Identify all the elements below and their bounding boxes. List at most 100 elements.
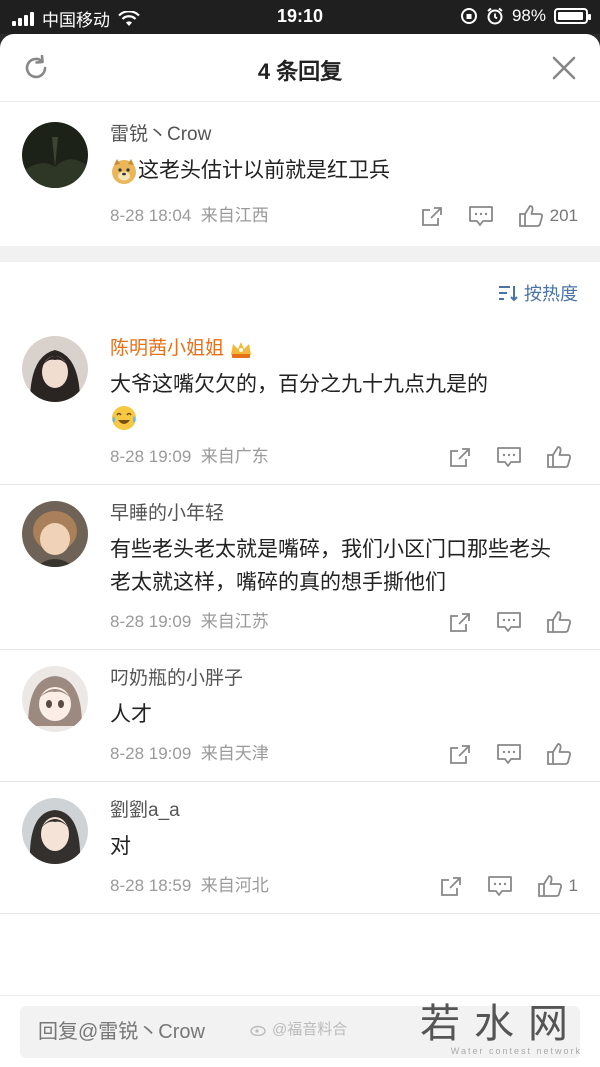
comment-actions: [424, 444, 578, 470]
commenter-name[interactable]: 陈明茜小姐姐: [110, 336, 600, 362]
comment-time: 8-28 19:09: [110, 612, 192, 631]
avatar[interactable]: [22, 122, 88, 188]
reply-button[interactable]: [496, 743, 522, 765]
reply-button[interactable]: [496, 611, 522, 633]
thumbs-up-icon: [518, 205, 543, 227]
comment-meta: 8-28 18:04 来自江西 201: [110, 203, 600, 229]
avatar-image: [22, 666, 88, 732]
avatar[interactable]: [22, 798, 88, 864]
share-icon: [450, 745, 470, 764]
battery-percent: 98%: [511, 6, 546, 25]
comment-text-content: 大爷这嘴欠欠的，百分之九十九点九是的: [110, 373, 488, 396]
comment-text: 这老头估计以前就是红卫兵: [110, 154, 600, 187]
comment-time: 8-28 18:59: [110, 876, 192, 895]
sheet-header: 4 条回复: [0, 34, 600, 102]
close-button[interactable]: [548, 52, 580, 84]
rotation-lock-icon: [460, 8, 477, 24]
comment-meta: 8-28 19:09 来自江苏: [110, 609, 600, 635]
watermark-title: 若水网: [420, 1001, 582, 1047]
commenter-name-text: 陈明茜小姐姐: [110, 338, 225, 359]
thumbs-up-icon: [547, 611, 571, 633]
comment-icon: [497, 612, 521, 632]
comment-meta: 8-28 18:59 来自河北 1: [110, 873, 600, 899]
like-button[interactable]: [546, 445, 578, 469]
avatar[interactable]: [22, 501, 88, 567]
section-divider: [0, 246, 600, 262]
reply-item: 早睡的小年轻 有些老头老太就是嘴碎，我们小区门口那些老头老太就这样，嘴碎的真的想…: [0, 485, 600, 650]
reply-item: 陈明茜小姐姐 大爷这嘴欠欠的，百分之九十九点九是的 8-28 19:09 来自广…: [0, 320, 600, 485]
comment-icon: [497, 744, 521, 764]
comment-actions: [424, 609, 578, 635]
reply-button[interactable]: [487, 875, 513, 897]
share-button[interactable]: [439, 875, 463, 897]
comment-text: 有些老头老太就是嘴碎，我们小区门口那些老头老太就这样，嘴碎的真的想手撕他们: [110, 538, 551, 594]
status-bar: 中国移动 19:10 98%: [0, 0, 600, 34]
alarm-icon: [487, 7, 503, 25]
status-right: 98%: [460, 6, 591, 26]
avatar[interactable]: [22, 336, 88, 402]
reply-item: 劉劉a_a 对 8-28 18:59 来自河北 1: [0, 782, 600, 914]
reply-button[interactable]: [496, 446, 522, 468]
comment-icon: [487, 876, 512, 896]
weibo-logo-icon: [250, 1025, 266, 1036]
comment-actions: 201: [396, 203, 578, 229]
parent-comment: 雷锐丶Crow 这老头估计以前就是红卫兵 8-28 18:04 来自江西 201: [0, 102, 600, 246]
comment-actions: 1: [415, 873, 578, 899]
share-icon: [450, 613, 470, 632]
comment-source: 来自江西: [200, 206, 269, 225]
comment-time: 8-28 19:09: [110, 744, 192, 763]
battery-icon: [554, 8, 591, 24]
comment-source: 来自天津: [200, 744, 269, 763]
avatar-image: [22, 122, 88, 188]
like-button[interactable]: 1: [537, 873, 578, 899]
like-count: 201: [549, 206, 578, 225]
reply-button[interactable]: [468, 205, 494, 227]
thumbs-up-icon: [547, 446, 571, 468]
comment-text: 人才: [110, 703, 152, 726]
share-button[interactable]: [448, 743, 472, 765]
commenter-name[interactable]: 雷锐丶Crow: [110, 122, 600, 148]
comment-time: 8-28 18:04: [110, 206, 192, 225]
like-button[interactable]: 201: [518, 203, 578, 229]
replies-sheet: 4 条回复 雷锐丶Crow 这老头估计以前就是红卫兵 8-28 18:04 来自…: [0, 34, 600, 1067]
sort-icon: [499, 286, 518, 302]
doge-emoji-icon: [112, 159, 136, 185]
commenter-name[interactable]: 早睡的小年轻: [110, 501, 600, 527]
weibo-watermark: @福音料合: [250, 1018, 347, 1039]
thumbs-up-icon: [537, 875, 562, 897]
comment-source: 来自江苏: [200, 612, 269, 631]
comment-text: 大爷这嘴欠欠的，百分之九十九点九是的: [110, 368, 600, 434]
comment-text: 对: [110, 835, 131, 858]
sheet-title: 4 条回复: [257, 59, 343, 84]
comment-icon: [468, 206, 493, 226]
avatar-image: [22, 501, 88, 567]
bottom-bar: 回复@雷锐丶Crow @福音料合 若水网 Water contest netwo…: [0, 995, 600, 1067]
weibo-watermark-text: @福音料合: [272, 1021, 348, 1038]
comment-time: 8-28 19:09: [110, 447, 192, 466]
like-button[interactable]: [546, 742, 578, 766]
commenter-name[interactable]: 叼奶瓶的小胖子: [110, 666, 600, 692]
share-button[interactable]: [448, 446, 472, 468]
comment-source: 来自河北: [200, 876, 269, 895]
avatar-image: [22, 336, 88, 402]
reply-item: 叼奶瓶的小胖子 人才 8-28 19:09 来自天津: [0, 650, 600, 782]
comment-text-content: 这老头估计以前就是红卫兵: [138, 159, 390, 182]
sort-bar: 按热度: [0, 262, 600, 320]
sort-label: 按热度: [524, 284, 578, 304]
avatar-image: [22, 798, 88, 864]
laugh-cry-emoji-icon: [112, 406, 136, 431]
avatar[interactable]: [22, 666, 88, 732]
share-icon: [450, 448, 470, 467]
site-watermark: 若水网 Water contest network: [420, 998, 582, 1056]
share-icon: [440, 877, 461, 896]
battery-fill: [558, 12, 583, 20]
commenter-name[interactable]: 劉劉a_a: [110, 798, 600, 824]
share-button[interactable]: [448, 611, 472, 633]
vip-crown-badge-icon: [231, 341, 252, 358]
comment-meta: 8-28 19:09 来自广东: [110, 444, 600, 470]
sort-by-hot-button[interactable]: 按热度: [498, 280, 578, 306]
like-count: 1: [568, 876, 578, 895]
like-button[interactable]: [546, 610, 578, 634]
close-icon: [552, 56, 576, 80]
share-button[interactable]: [420, 205, 444, 227]
